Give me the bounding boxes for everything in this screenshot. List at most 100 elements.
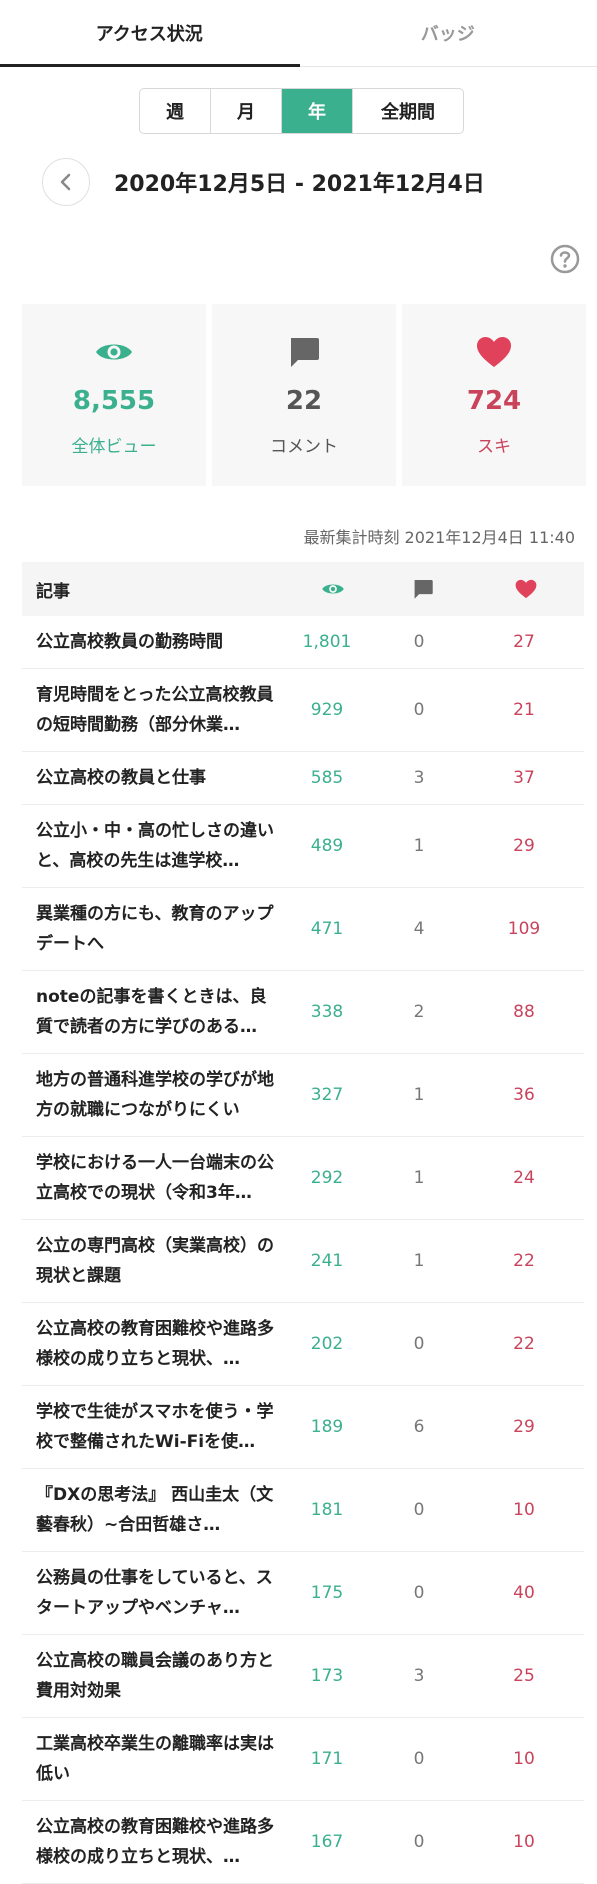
- article-title: 公立高校教員の勤務時間: [36, 632, 223, 652]
- date-range-row: 2020年12月5日 - 2021年12月4日: [42, 158, 485, 206]
- article-likes: 88: [513, 1002, 535, 1022]
- article-views: 171: [310, 1749, 344, 1769]
- table-row[interactable]: 異業種の方にも、教育のアップデートへ 471 4 109: [22, 888, 584, 971]
- article-title: 公務員の仕事をしていると、スタートアップやベンチャ…: [36, 1568, 273, 1618]
- article-views: 202: [310, 1334, 344, 1354]
- heart-icon: [477, 337, 511, 367]
- table-row[interactable]: 育児時間をとった公立高校教員の短時間勤務（部分休業… 929 0 21: [22, 669, 584, 752]
- article-title: 学校で生徒がスマホを使う・学校で整備されたWi-Fiを使…: [36, 1402, 274, 1452]
- table-row[interactable]: 公立高校教員の勤務時間 1,801 0 27: [22, 616, 584, 669]
- article-views: 1,801: [302, 632, 352, 652]
- heart-icon: [515, 579, 536, 599]
- article-comments: 1: [413, 1168, 425, 1188]
- period-year-button[interactable]: 年: [282, 89, 353, 133]
- article-likes: 36: [513, 1085, 535, 1105]
- tab-access-status[interactable]: アクセス状況: [0, 0, 299, 66]
- views-column-header: [288, 581, 380, 597]
- article-title: 学校における一人一台端末の公立高校での現状（令和3年…: [36, 1153, 274, 1203]
- period-month-button[interactable]: 月: [211, 89, 282, 133]
- article-comments: 1: [413, 1251, 425, 1271]
- article-likes: 22: [513, 1334, 535, 1354]
- article-title: 公立高校の教育困難校や進路多様校の成り立ちと現状、…: [36, 1817, 274, 1867]
- comments-total: 22: [285, 386, 323, 416]
- likes-label: スキ: [477, 437, 511, 457]
- table-row[interactable]: 学校で生徒がスマホを使う・学校で整備されたWi-Fiを使… 189 6 29: [22, 1386, 584, 1469]
- period-week-button[interactable]: 週: [140, 89, 211, 133]
- article-views: 489: [310, 836, 344, 856]
- article-views: 327: [310, 1085, 344, 1105]
- comment-icon: [414, 579, 433, 599]
- article-comments: 3: [413, 768, 425, 788]
- article-likes: 10: [513, 1500, 535, 1520]
- article-likes: 40: [513, 1583, 535, 1603]
- stats-cards: 8,555 全体ビュー 22 コメント 724 スキ: [22, 304, 586, 486]
- article-likes: 37: [513, 768, 535, 788]
- article-views: 167: [310, 1832, 344, 1852]
- last-updated: 最新集計時刻 2021年12月4日 11:40: [303, 528, 575, 547]
- article-comments: 4: [413, 919, 425, 939]
- table-row[interactable]: 公立の専門高校（実業高校）の現状と課題 241 1 22: [22, 1220, 584, 1303]
- article-title: 地方の普通科進学校の学びが地方の就職につながりにくい: [36, 1070, 274, 1120]
- views-card: 8,555 全体ビュー: [22, 304, 206, 486]
- article-likes: 25: [513, 1666, 535, 1686]
- active-tab-indicator: [0, 64, 300, 67]
- views-label: 全体ビュー: [71, 437, 157, 457]
- eye-icon: [322, 584, 345, 594]
- question-icon[interactable]: [550, 244, 580, 274]
- table-row[interactable]: 地方の普通科進学校の学びが地方の就職につながりにくい 327 1 36: [22, 1054, 584, 1137]
- article-comments: 0: [413, 700, 425, 720]
- articles-table: 記事 公立高校教員の勤務時間 1,801 0 27 育児時間をとった公立高校教員の短時間…: [22, 562, 584, 1884]
- article-comments: 1: [413, 1085, 425, 1105]
- article-comments: 3: [413, 1666, 425, 1686]
- article-views: 181: [310, 1500, 344, 1520]
- article-views: 471: [310, 919, 344, 939]
- article-views: 338: [310, 1002, 344, 1022]
- article-likes: 29: [513, 1417, 535, 1437]
- period-all-button[interactable]: 全期間: [353, 89, 463, 133]
- article-views: 173: [310, 1666, 344, 1686]
- comment-icon: [291, 338, 319, 367]
- article-likes: 10: [513, 1832, 535, 1852]
- article-comments: 2: [413, 1002, 425, 1022]
- table-row[interactable]: 公立高校の教育困難校や進路多様校の成り立ちと現状、… 202 0 22: [22, 1303, 584, 1386]
- table-row[interactable]: 公務員の仕事をしていると、スタートアップやベンチャ… 175 0 40: [22, 1552, 584, 1635]
- article-comments: 0: [413, 1832, 425, 1852]
- article-title: 公立小・中・高の忙しさの違いと、高校の先生は進学校…: [36, 821, 274, 871]
- article-likes: 22: [513, 1251, 535, 1271]
- views-total: 8,555: [72, 386, 156, 416]
- article-title: 公立高校の教育困難校や進路多様校の成り立ちと現状、…: [36, 1319, 274, 1369]
- table-row[interactable]: 公立高校の教育困難校や進路多様校の成り立ちと現状、… 167 0 10: [22, 1801, 584, 1884]
- article-likes: 29: [513, 836, 535, 856]
- table-row[interactable]: 公立小・中・高の忙しさの違いと、高校の先生は進学校… 489 1 29: [22, 805, 584, 888]
- article-views: 175: [310, 1583, 344, 1603]
- article-views: 292: [310, 1168, 344, 1188]
- table-row[interactable]: 学校における一人一台端末の公立高校での現状（令和3年… 292 1 24: [22, 1137, 584, 1220]
- article-views: 241: [310, 1251, 344, 1271]
- article-comments: 1: [413, 836, 425, 856]
- table-row[interactable]: 公立高校の職員会議のあり方と費用対効果 173 3 25: [22, 1635, 584, 1718]
- table-row[interactable]: 工業高校卒業生の離職率は実は低い 171 0 10: [22, 1718, 584, 1801]
- tab-badges[interactable]: バッジ: [299, 0, 597, 66]
- article-title: 異業種の方にも、教育のアップデートへ: [36, 904, 274, 954]
- date-range: 2020年12月5日 - 2021年12月4日: [114, 172, 485, 197]
- likes-total: 724: [466, 386, 522, 416]
- article-title: 工業高校卒業生の離職率は実は低い: [36, 1734, 274, 1784]
- article-likes: 27: [513, 632, 535, 652]
- article-title: 公立高校の教員と仕事: [36, 768, 206, 788]
- article-likes: 21: [513, 700, 535, 720]
- table-header: 記事: [22, 562, 584, 616]
- article-comments: 6: [413, 1417, 425, 1437]
- previous-period-button[interactable]: [42, 158, 90, 206]
- table-body: 公立高校教員の勤務時間 1,801 0 27 育児時間をとった公立高校教員の短時間勤務（…: [22, 616, 584, 1884]
- table-row[interactable]: noteの記事を書くときは、良質で読者の方に学びのある… 338 2 88: [22, 971, 584, 1054]
- likes-column-header: [467, 579, 584, 599]
- comments-card: 22 コメント: [212, 304, 396, 486]
- article-comments: 0: [413, 632, 425, 652]
- article-title: 公立の専門高校（実業高校）の現状と課題: [36, 1236, 274, 1286]
- article-comments: 0: [413, 1334, 425, 1354]
- eye-icon: [96, 344, 132, 360]
- table-row[interactable]: 公立高校の教員と仕事 585 3 37: [22, 752, 584, 805]
- table-row[interactable]: 『DXの思考法』 西山圭太（文藝春秋）~合田哲雄さ… 181 0 10: [22, 1469, 584, 1552]
- article-comments: 0: [413, 1583, 425, 1603]
- tab-bar: アクセス状況 バッジ: [0, 0, 597, 67]
